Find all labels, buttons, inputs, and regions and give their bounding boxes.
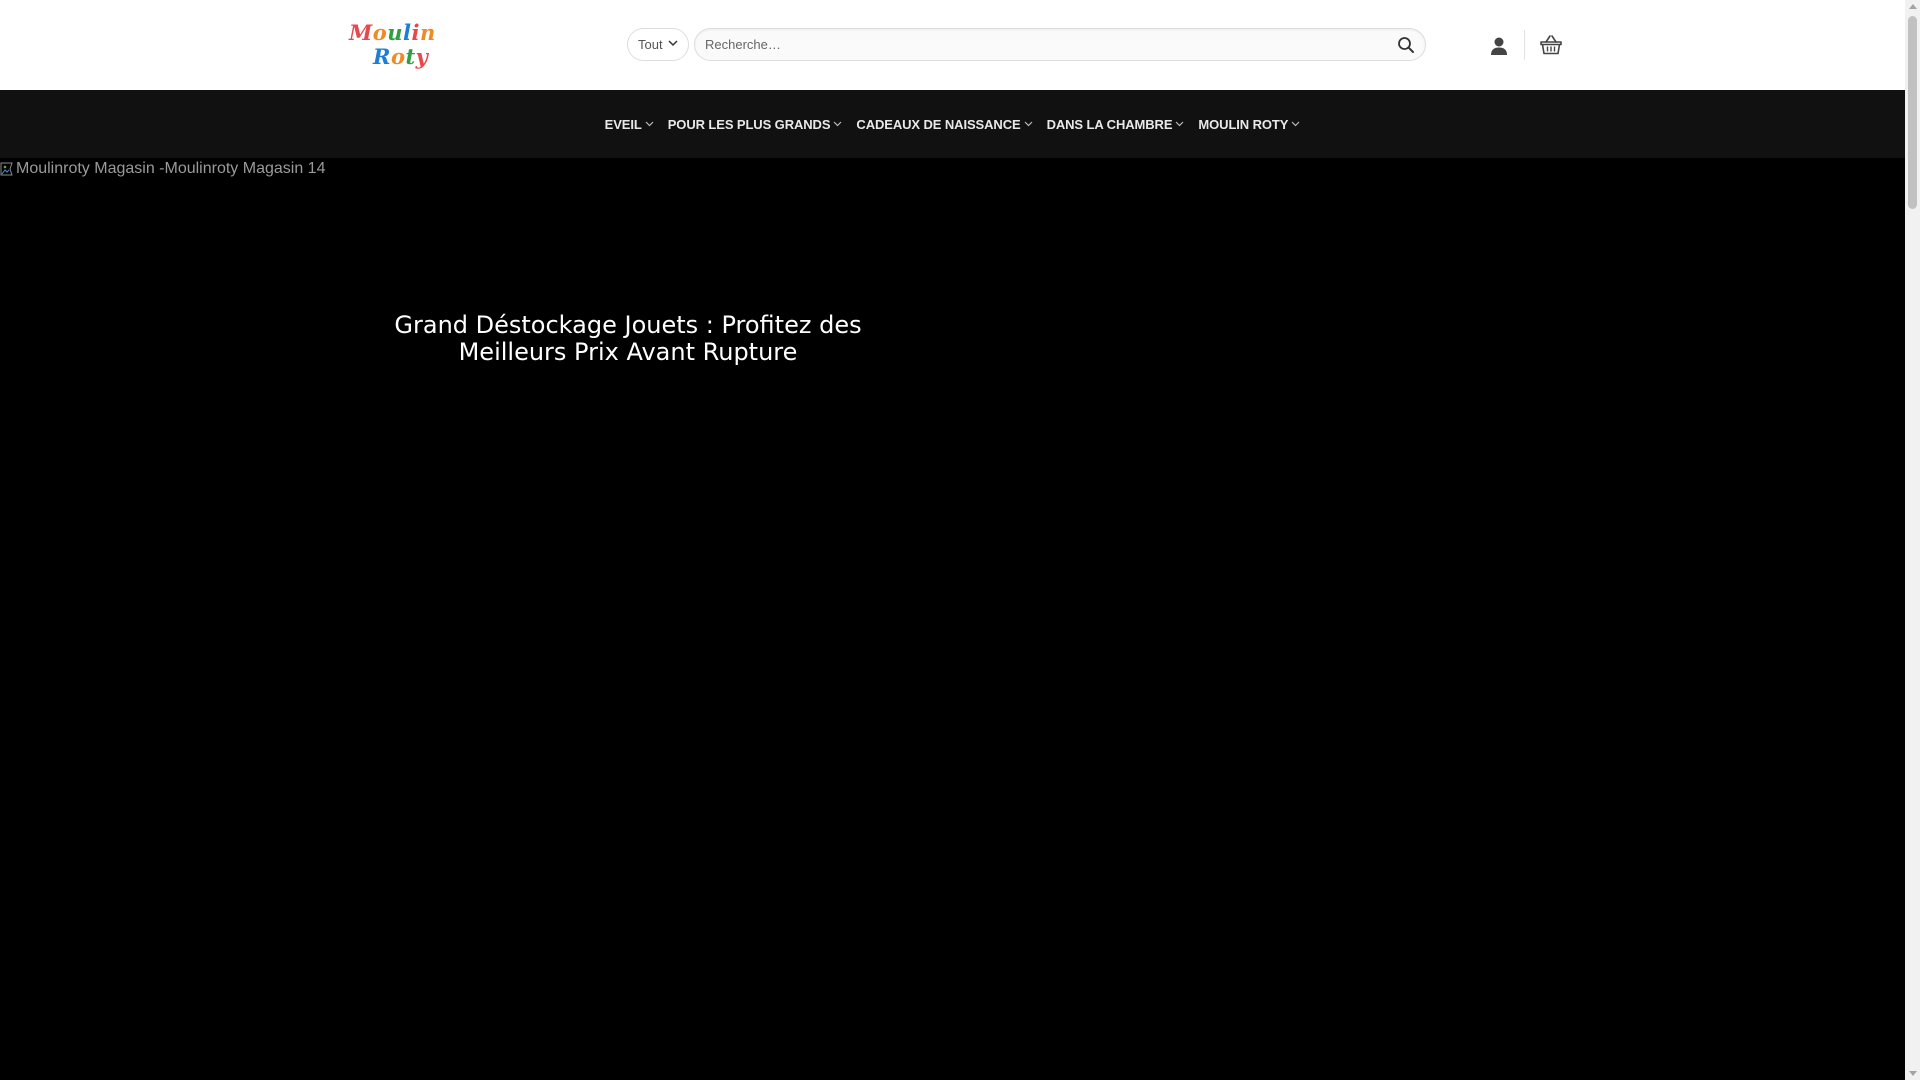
- chevron-down-icon: [645, 121, 654, 127]
- user-icon[interactable]: [1489, 36, 1509, 56]
- category-select-value: Tout: [638, 37, 663, 52]
- page: Moulin Roty Tout Recherche… EVEIL POUR L…: [0, 0, 1905, 1080]
- site-header: Moulin Roty Tout: [0, 0, 1905, 90]
- hero-image-alt-text: Moulinroty Magasin -Moulinroty Magasin 1…: [16, 160, 326, 177]
- search-input[interactable]: [705, 29, 1365, 60]
- hero-title: Grand Déstockage Jouets : Profitez des M…: [394, 311, 862, 366]
- header-divider: [1524, 30, 1525, 60]
- search-box: [694, 28, 1426, 61]
- basket-icon[interactable]: [1539, 33, 1563, 57]
- nav-item-eveil[interactable]: EVEIL: [605, 117, 654, 132]
- nav-item-dans-la-chambre[interactable]: DANS LA CHAMBRE: [1047, 117, 1185, 132]
- nav-item-label: CADEAUX DE NAISSANCE: [856, 116, 1021, 132]
- main-nav: EVEIL POUR LES PLUS GRANDS CADEAUX DE NA…: [0, 90, 1905, 158]
- chevron-down-icon: [1175, 121, 1184, 127]
- nav-item-label: POUR LES PLUS GRANDS: [667, 116, 831, 132]
- broken-image-icon: [0, 162, 13, 176]
- nav-item-label: DANS LA CHAMBRE: [1046, 116, 1173, 132]
- scroll-up-arrow-icon[interactable]: [1909, 4, 1917, 9]
- logo-letter: y: [415, 44, 429, 69]
- nav-item-moulin-roty[interactable]: MOULIN ROTY: [1198, 117, 1300, 132]
- logo-letter: i: [411, 20, 421, 45]
- nav-items: EVEIL POUR LES PLUS GRANDS CADEAUX DE NA…: [0, 90, 1905, 158]
- page-scrollbar[interactable]: [1905, 0, 1920, 1080]
- logo-letter: R: [373, 44, 391, 69]
- nav-item-cadeaux-de-naissance[interactable]: CADEAUX DE NAISSANCE: [856, 117, 1032, 132]
- chevron-down-icon: [1291, 121, 1300, 127]
- logo-line-2: Roty: [373, 44, 428, 69]
- category-select[interactable]: Tout: [627, 28, 689, 61]
- logo-letter: o: [390, 44, 406, 69]
- chevron-down-icon: [1024, 121, 1032, 127]
- nav-item-label: EVEIL: [604, 116, 642, 132]
- chevron-down-icon: [668, 40, 678, 47]
- hero-banner: Moulinroty Magasin -Moulinroty Magasin 1…: [0, 158, 1905, 1080]
- logo-letter: M: [349, 20, 373, 45]
- scroll-down-arrow-icon[interactable]: [1909, 1071, 1917, 1076]
- search-icon[interactable]: [1397, 36, 1415, 54]
- nav-item-pour-les-plus-grands[interactable]: POUR LES PLUS GRANDS: [668, 117, 843, 132]
- logo-letter: o: [372, 20, 388, 45]
- logo-letter: n: [420, 20, 436, 45]
- logo-letter: t: [405, 44, 416, 69]
- logo-letter: l: [403, 20, 412, 45]
- nav-item-label: MOULIN ROTY: [1198, 116, 1289, 132]
- logo-line-1: Moulin: [349, 20, 436, 45]
- chevron-down-icon: [833, 121, 842, 127]
- scrollbar-thumb[interactable]: [1908, 16, 1917, 209]
- moulin-roty-logo[interactable]: Moulin Roty: [349, 20, 435, 70]
- logo-letter: u: [387, 20, 404, 45]
- hero-image-broken: Moulinroty Magasin -Moulinroty Magasin 1…: [0, 160, 325, 178]
